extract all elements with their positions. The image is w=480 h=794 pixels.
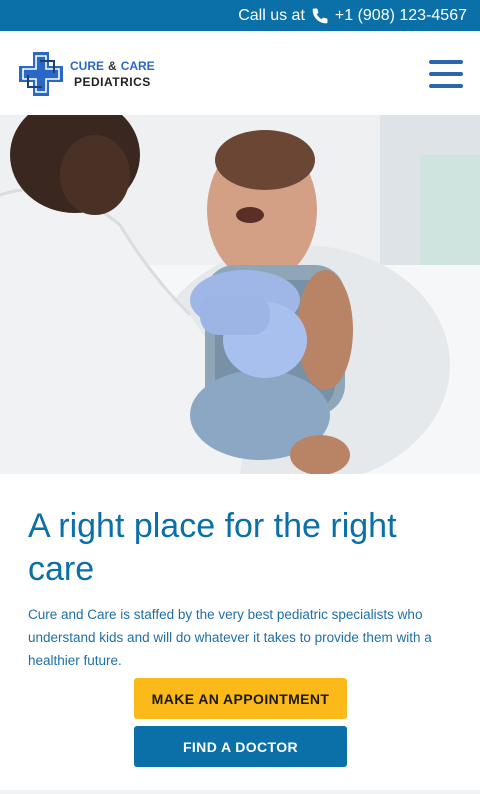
make-appointment-button[interactable]: MAKE AN APPOINTMENT xyxy=(134,678,347,719)
logo-word-care: CARE xyxy=(120,59,155,73)
logo-word-pediatrics: PEDIATRICS xyxy=(74,75,151,89)
hamburger-menu-icon[interactable] xyxy=(429,60,463,88)
find-doctor-button[interactable]: FIND A DOCTOR xyxy=(134,726,347,767)
site-header: CURE & CARE PEDIATRICS xyxy=(0,31,480,115)
logo-wordmark: CURE & CARE PEDIATRICS xyxy=(70,58,155,90)
intro-text: Cure and Care is staffed by the very bes… xyxy=(28,607,432,668)
top-contact-bar: Call us at +1 (908) 123-4567 xyxy=(0,0,480,31)
page-title: A right place for the right care xyxy=(28,507,397,588)
menu-bar xyxy=(429,60,463,64)
logo-word-cure: CURE xyxy=(70,59,105,73)
menu-bar xyxy=(429,72,463,76)
hero-illustration xyxy=(0,115,480,474)
phone-number-link[interactable]: +1 (908) 123-4567 xyxy=(335,7,467,25)
section-divider xyxy=(0,790,480,794)
logo-ampersand: & xyxy=(108,59,117,73)
site-logo[interactable]: CURE & CARE PEDIATRICS xyxy=(16,48,166,100)
call-us-label: Call us at xyxy=(238,6,305,24)
phone-icon xyxy=(311,7,329,25)
hero-image xyxy=(0,115,480,474)
menu-bar xyxy=(429,84,463,88)
intro-section: A right place for the right care Cure an… xyxy=(28,505,458,672)
medical-cross-icon xyxy=(16,49,66,99)
